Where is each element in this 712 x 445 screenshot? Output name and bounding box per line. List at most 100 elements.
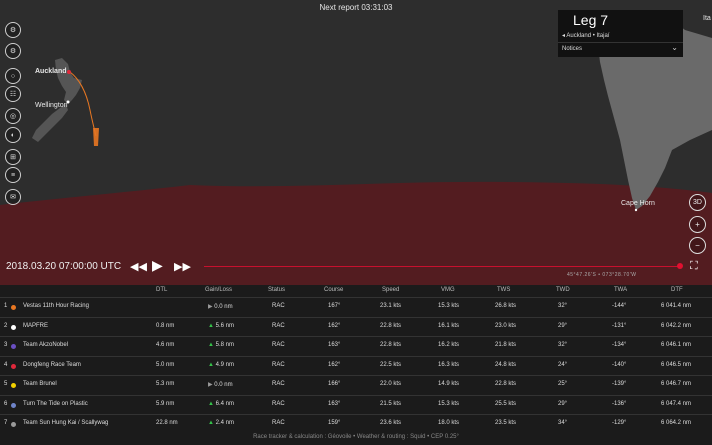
row-gain-value: 6.4 nm: [215, 400, 234, 407]
header-course[interactable]: Course: [324, 287, 343, 293]
gain-up-icon: ▲: [208, 322, 214, 329]
header-twd[interactable]: TWD: [556, 287, 570, 293]
row-vmg: 15.3 kts: [438, 400, 460, 407]
row-tws: 23.0 kts: [495, 322, 517, 329]
race-map[interactable]: Next report 03:31:03 Auckland Wellington…: [0, 0, 712, 285]
table-row[interactable]: 3 Team AkzoNobel ▲ 5.8 nm 4.6 nm RAC 163° 22.8…: [0, 336, 712, 356]
row-twd: 25°: [558, 381, 568, 387]
currents-icon[interactable]: ◐: [5, 127, 21, 143]
grid-icon[interactable]: ⊞: [5, 149, 21, 165]
row-speed: 22.5 kts: [380, 361, 402, 368]
row-gain-loss: ▶ 0.0 nm: [208, 381, 233, 388]
row-twa: -139°: [612, 381, 627, 387]
timeline-handle[interactable]: [677, 263, 683, 269]
row-gain-value: 5.8 nm: [215, 342, 234, 348]
fullscreen-icon[interactable]: ⛶: [690, 260, 698, 273]
row-status: RAC: [272, 361, 285, 368]
timeline-track[interactable]: [204, 266, 679, 267]
row-rank: 5: [4, 381, 8, 387]
row-rank: 6: [4, 400, 8, 407]
boat-icon[interactable]: ☷: [5, 86, 21, 102]
row-tws: 21.8 kts: [495, 342, 517, 348]
leg-route-label: Auckland • Itajaí: [566, 33, 610, 39]
row-gain-value: 0.0 nm: [214, 304, 233, 310]
row-dtf: 6 046.1 nm: [661, 342, 692, 348]
row-twa: -136°: [612, 400, 627, 407]
row-gain-loss: ▲ 5.6 nm: [208, 323, 234, 329]
header-speed[interactable]: Speed: [382, 287, 399, 293]
row-rank: 2: [4, 322, 8, 329]
row-tws: 26.8 kts: [495, 303, 517, 309]
row-team-name[interactable]: Team Sun Hung Kai / Scallywag: [23, 420, 108, 426]
row-dtl: 5.3 nm: [156, 381, 175, 387]
row-vmg: 16.2 kts: [438, 342, 460, 348]
header-dtf[interactable]: DTF: [671, 287, 683, 293]
zoom-out-button[interactable]: −: [689, 237, 706, 254]
header-status[interactable]: Status: [268, 287, 285, 293]
zoom-in-button[interactable]: +: [689, 216, 706, 233]
row-tws: 25.5 kts: [495, 400, 517, 407]
header-dtl[interactable]: DTL: [156, 287, 167, 293]
row-speed: 21.5 kts: [380, 400, 402, 407]
row-vmg: 15.3 kts: [438, 303, 460, 309]
row-team-name[interactable]: Team Brunel: [23, 381, 57, 387]
row-status: RAC: [272, 420, 285, 426]
row-team-name[interactable]: MAPFRE: [23, 323, 48, 329]
row-gain-value: 0.0 nm: [214, 382, 233, 388]
row-dtl: 0.8 nm: [156, 322, 175, 329]
row-team-name[interactable]: Vestas 11th Hour Racing: [23, 303, 89, 309]
settings-icon[interactable]: ⚙: [5, 22, 21, 38]
row-gain-value: 2.4 nm: [215, 420, 234, 426]
row-team-name[interactable]: Dongfeng Race Team: [23, 362, 81, 368]
header-tws[interactable]: TWS: [497, 287, 510, 293]
row-course: 163°: [328, 400, 341, 407]
team-color-dot: [11, 402, 16, 408]
row-dtf: 6 046.5 nm: [661, 361, 692, 368]
wind-icon[interactable]: ○: [5, 68, 21, 84]
leg-panel[interactable]: Leg 7 ◂ Auckland • Itajaí Notices ⌄: [558, 10, 683, 57]
table-row[interactable]: 2 MAPFRE ▲ 5.6 nm 0.8 nm RAC 162° 22.8 kts 16.1…: [0, 316, 712, 337]
team-color-dot: [11, 324, 16, 330]
layers-icon[interactable]: ⚙: [5, 43, 21, 59]
header-gain-loss[interactable]: Gain/Loss: [205, 287, 232, 293]
table-header: DTL Gain/Loss Status Course Speed VMG TW…: [0, 285, 712, 297]
gain-up-icon: ▲: [208, 400, 214, 407]
row-gain-value: 5.6 nm: [215, 322, 234, 329]
mail-icon[interactable]: ✉: [5, 189, 21, 205]
notices-label[interactable]: Notices: [562, 46, 582, 52]
row-dtl: 5.9 nm: [156, 400, 175, 407]
row-speed: 22.8 kts: [380, 342, 402, 348]
row-dtf: 6 047.4 nm: [661, 400, 692, 407]
team-color-dot: [11, 363, 16, 369]
row-gain-loss: ▲ 4.9 nm: [208, 362, 234, 368]
row-twd: 34°: [558, 420, 568, 426]
row-rank: 3: [4, 342, 8, 348]
row-speed: 23.1 kts: [380, 303, 402, 309]
row-dtl: 4.6 nm: [156, 342, 175, 348]
team-color-dot: [11, 305, 16, 310]
table-row[interactable]: 4 Dongfeng Race Team ▲ 4.9 nm 5.0 nm RAC 162°…: [0, 355, 712, 376]
chevron-down-icon[interactable]: ⌄: [671, 43, 678, 52]
gain-up-icon: ▲: [208, 420, 214, 426]
row-team-name[interactable]: Team AkzoNobel: [23, 342, 68, 348]
table-row[interactable]: 1 Vestas 11th Hour Racing ▶ 0.0 nm RAC 167° 2…: [0, 297, 712, 317]
compass-icon[interactable]: ◎: [5, 108, 21, 124]
play-icon[interactable]: ▶: [152, 257, 163, 274]
table-row[interactable]: 5 Team Brunel ▶ 0.0 nm 5.3 nm RAC 166° 22.0 kt…: [0, 375, 712, 395]
table-row[interactable]: 7 Team Sun Hung Kai / Scallywag ▲ 2.4 nm 22…: [0, 414, 712, 434]
menu-icon[interactable]: ≡: [5, 167, 21, 183]
table-row[interactable]: 6 Turn The Tide on Plastic ▲ 6.4 nm 5.9 nm R…: [0, 394, 712, 415]
row-vmg: 16.1 kts: [438, 322, 460, 329]
row-twd: 32°: [558, 303, 568, 309]
gain-neutral-icon: ▶: [208, 382, 213, 388]
3d-toggle-button[interactable]: 3D: [689, 194, 706, 211]
header-twa[interactable]: TWA: [614, 287, 627, 293]
row-team-name[interactable]: Turn The Tide on Plastic: [23, 401, 88, 407]
row-twa: -129°: [612, 420, 627, 426]
row-tws: 24.8 kts: [495, 361, 517, 368]
header-vmg[interactable]: VMG: [441, 287, 455, 293]
rewind-icon[interactable]: ◀◀: [130, 260, 147, 273]
auckland-marker: [67, 70, 71, 74]
city-label-cape-horn: Cape Horn: [621, 200, 655, 207]
fast-forward-icon[interactable]: ▶▶: [174, 260, 191, 273]
